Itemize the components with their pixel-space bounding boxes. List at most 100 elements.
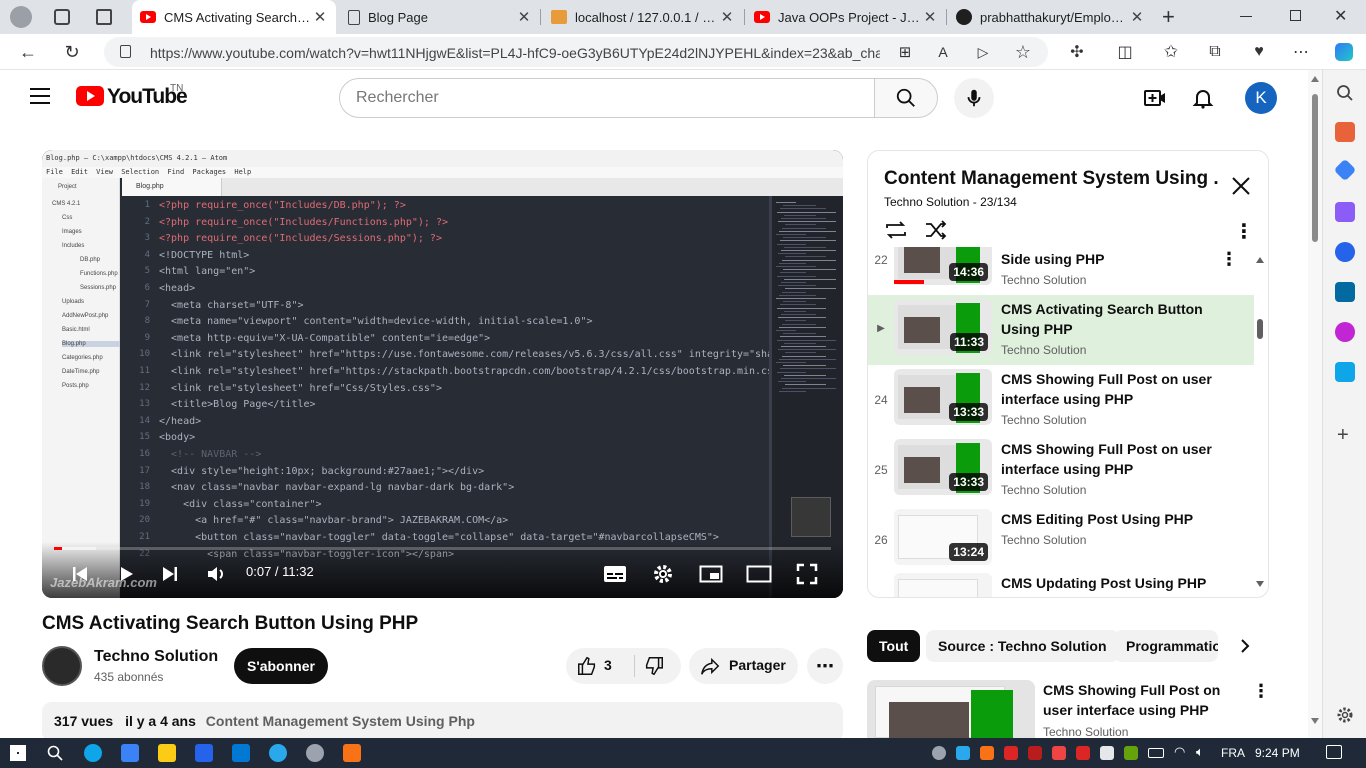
item-menu-icon[interactable]: ⋮ bbox=[1220, 249, 1238, 270]
tab-cms-activating[interactable]: CMS Activating Search Button Using PHP ✕ bbox=[132, 0, 336, 34]
tray-app-icon-4[interactable] bbox=[1076, 746, 1090, 760]
page-scrollbar-thumb[interactable] bbox=[1312, 94, 1318, 242]
playlist-scroll-up-icon[interactable] bbox=[1256, 257, 1264, 263]
restore-icon[interactable] bbox=[1290, 10, 1301, 21]
taskbar-clock[interactable]: 9:24 PM bbox=[1255, 746, 1300, 760]
tray-app-icon-5[interactable] bbox=[1100, 746, 1114, 760]
playlist-channel[interactable]: Techno Solution bbox=[884, 195, 969, 209]
fullscreen-button[interactable] bbox=[793, 560, 821, 588]
favorite-star-icon[interactable]: ☆ bbox=[1012, 41, 1034, 63]
playlist-item-title[interactable]: CMS Showing Full Post on user interface … bbox=[1001, 369, 1216, 409]
add-sidebar-icon[interactable]: + bbox=[1337, 424, 1349, 447]
menu-icon[interactable] bbox=[30, 88, 50, 104]
playlist-item-current[interactable]: ▶ 11:33 CMS Activating Search Button Usi… bbox=[868, 295, 1254, 365]
chip-all[interactable]: Tout bbox=[867, 630, 921, 662]
close-window-icon[interactable]: ✕ bbox=[1334, 6, 1347, 26]
wifi-icon[interactable]: ◠ bbox=[1174, 744, 1185, 760]
url-text[interactable]: https://www.youtube.com/watch?v=hwt11NHj… bbox=[150, 45, 880, 61]
explorer-taskbar-icon[interactable] bbox=[158, 744, 176, 762]
playlist-item[interactable]: 27 CMS Updating Post Using PHP bbox=[868, 569, 1254, 597]
dislike-button[interactable] bbox=[635, 648, 681, 684]
play-button[interactable] bbox=[112, 560, 140, 588]
performance-icon[interactable]: ♥ bbox=[1248, 41, 1270, 63]
video-thumbnail[interactable]: 11:33 bbox=[894, 299, 992, 355]
collections-icon[interactable]: ⧉ bbox=[1204, 41, 1226, 63]
playlist-menu-button[interactable]: ⋮ bbox=[1234, 219, 1254, 244]
playlist-item-channel[interactable]: Techno Solution bbox=[1001, 343, 1086, 357]
playlist-item-channel[interactable]: Techno Solution bbox=[1001, 533, 1086, 547]
notifications-icon[interactable] bbox=[1191, 86, 1215, 110]
shuffle-button[interactable] bbox=[924, 219, 948, 246]
playlist-scrollbar-thumb[interactable] bbox=[1257, 319, 1263, 339]
playlist-item[interactable]: 24 13:33 CMS Showing Full Post on user i… bbox=[868, 365, 1254, 435]
page-scrollbar[interactable] bbox=[1308, 70, 1322, 738]
previous-button[interactable] bbox=[66, 560, 94, 588]
tab-phpmyadmin[interactable]: localhost / 127.0.0.1 / cms ✕ bbox=[543, 0, 743, 34]
tab-actions-icon[interactable] bbox=[96, 9, 112, 25]
tag-icon[interactable] bbox=[1333, 158, 1357, 182]
vscode-taskbar-icon[interactable] bbox=[232, 744, 250, 762]
video-thumbnail[interactable] bbox=[894, 573, 992, 597]
read-aloud-icon[interactable]: A bbox=[932, 41, 954, 63]
close-tab-icon[interactable]: ✕ bbox=[516, 8, 532, 26]
chips-next-button[interactable] bbox=[1232, 632, 1260, 660]
channel-watermark-overlay[interactable] bbox=[791, 497, 831, 537]
search-input[interactable] bbox=[340, 79, 874, 117]
playlist-link[interactable]: Content Management System Using Php bbox=[206, 713, 475, 729]
playlist-item-channel[interactable]: Techno Solution bbox=[1001, 483, 1086, 497]
search-box[interactable] bbox=[339, 78, 875, 118]
address-bar[interactable]: https://www.youtube.com/watch?v=hwt11NHj… bbox=[104, 37, 1048, 67]
channel-name[interactable]: Techno Solution bbox=[94, 648, 218, 666]
workspaces-icon[interactable] bbox=[54, 9, 70, 25]
sidebar-settings-icon[interactable] bbox=[1336, 706, 1354, 724]
account-avatar[interactable]: K bbox=[1245, 82, 1277, 114]
playlist-item-title[interactable]: CMS Activating Search Button Using PHP bbox=[1001, 299, 1216, 339]
youtube-logo-icon[interactable] bbox=[76, 86, 104, 106]
chip-programming[interactable]: Programmatio bbox=[1114, 630, 1218, 662]
video-icon[interactable]: ▷ bbox=[972, 41, 994, 63]
playlist-title[interactable]: Content Management System Using ... bbox=[884, 168, 1219, 190]
volume-button[interactable] bbox=[202, 560, 230, 588]
playlist-item-title[interactable]: CMS Editing Post Using PHP bbox=[1001, 509, 1216, 529]
more-actions-button[interactable]: ⋯ bbox=[807, 648, 843, 684]
settings-button[interactable] bbox=[649, 560, 677, 588]
shopping-icon[interactable] bbox=[1335, 122, 1355, 142]
progress-bar[interactable] bbox=[54, 547, 831, 550]
close-tab-icon[interactable]: ✕ bbox=[1129, 8, 1145, 26]
share-button[interactable]: Partager bbox=[689, 648, 798, 684]
tray-xampp-icon[interactable] bbox=[980, 746, 994, 760]
playlist-item-channel[interactable]: Techno Solution bbox=[1001, 273, 1086, 287]
playlist-item[interactable]: 25 13:33 CMS Showing Full Post on user i… bbox=[868, 435, 1254, 505]
recommended-menu-icon[interactable]: ⋮ bbox=[1252, 681, 1270, 702]
close-tab-icon[interactable]: ✕ bbox=[922, 8, 938, 26]
playlist-item-channel[interactable]: Techno Solution bbox=[1001, 413, 1086, 427]
video-thumbnail[interactable]: 13:33 bbox=[894, 439, 992, 495]
battery-icon[interactable] bbox=[1148, 748, 1164, 758]
tab-java-oops[interactable]: Java OOPs Project - Java Employee ✕ bbox=[746, 0, 946, 34]
close-playlist-button[interactable] bbox=[1230, 175, 1252, 202]
copilot-sidebar-icon[interactable] bbox=[1335, 322, 1355, 342]
telegram-taskbar-icon[interactable] bbox=[269, 744, 287, 762]
video-thumbnail[interactable]: 13:24 bbox=[894, 509, 992, 565]
tray-nvidia-icon[interactable] bbox=[1124, 746, 1138, 760]
windows-start-icon[interactable] bbox=[10, 745, 26, 761]
tray-chrome-icon[interactable] bbox=[932, 746, 946, 760]
close-tab-icon[interactable]: ✕ bbox=[719, 8, 735, 26]
tray-app-icon[interactable] bbox=[1004, 746, 1018, 760]
copilot-icon[interactable] bbox=[1333, 41, 1355, 63]
tray-app-icon-2[interactable] bbox=[1028, 746, 1042, 760]
microsoft365-icon[interactable] bbox=[1335, 242, 1355, 262]
minimize-icon[interactable] bbox=[1240, 16, 1252, 17]
search-icon[interactable] bbox=[1336, 84, 1354, 102]
games-icon[interactable] bbox=[1335, 202, 1355, 222]
speaker-icon[interactable]: 🔈︎ bbox=[1196, 744, 1204, 760]
next-button[interactable] bbox=[156, 560, 184, 588]
new-tab-icon[interactable]: + bbox=[1162, 4, 1175, 30]
playlist-scroll-down-icon[interactable] bbox=[1256, 581, 1264, 587]
xampp-taskbar-icon[interactable] bbox=[343, 744, 361, 762]
theater-mode-button[interactable] bbox=[745, 560, 773, 588]
refresh-icon[interactable]: ↻ bbox=[61, 41, 83, 63]
playlist-item[interactable]: 22 14:36 Side using PHP Techno Solution … bbox=[868, 247, 1254, 295]
recommended-channel[interactable]: Techno Solution bbox=[1043, 725, 1128, 738]
input-language[interactable]: FRA bbox=[1221, 746, 1245, 760]
